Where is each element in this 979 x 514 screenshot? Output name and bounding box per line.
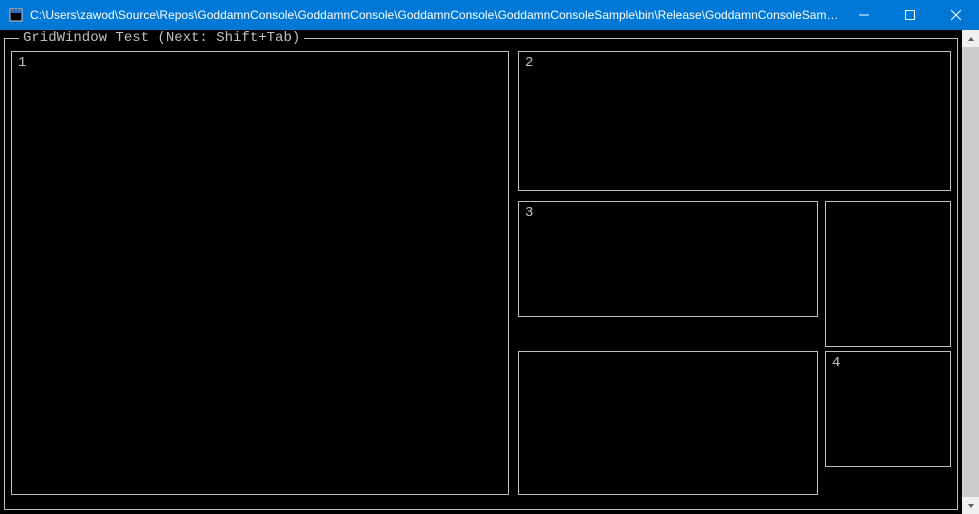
app-icon bbox=[8, 7, 24, 23]
grid-panel-2[interactable]: 2 bbox=[518, 51, 951, 191]
grid-panel-2-label: 2 bbox=[525, 55, 533, 71]
client-area: GridWindow Test (Next: Shift+Tab) 1 2 3 … bbox=[0, 30, 979, 514]
minimize-button[interactable] bbox=[841, 0, 887, 30]
grid-panel-4-label: 4 bbox=[832, 355, 840, 371]
grid-panel-blank-a[interactable] bbox=[825, 201, 951, 347]
console-viewport: GridWindow Test (Next: Shift+Tab) 1 2 3 … bbox=[0, 30, 962, 514]
window-title: C:\Users\zawod\Source\Repos\GoddamnConso… bbox=[30, 8, 841, 22]
scrollbar-track[interactable] bbox=[962, 47, 979, 497]
grid-panel-3-label: 3 bbox=[525, 205, 533, 221]
scroll-down-button[interactable] bbox=[962, 497, 979, 514]
vertical-scrollbar[interactable] bbox=[962, 30, 979, 514]
grid-panel-blank-b[interactable] bbox=[518, 351, 818, 495]
window-controls bbox=[841, 0, 979, 30]
frame-title: GridWindow Test (Next: Shift+Tab) bbox=[19, 30, 304, 46]
window-titlebar: C:\Users\zawod\Source\Repos\GoddamnConso… bbox=[0, 0, 979, 30]
grid-panel-1[interactable]: 1 bbox=[11, 51, 509, 495]
scroll-up-button[interactable] bbox=[962, 30, 979, 47]
grid-window-frame: GridWindow Test (Next: Shift+Tab) 1 2 3 … bbox=[4, 38, 958, 510]
grid-panel-1-label: 1 bbox=[18, 55, 26, 71]
close-button[interactable] bbox=[933, 0, 979, 30]
scrollbar-thumb[interactable] bbox=[962, 47, 979, 497]
grid-panel-3[interactable]: 3 bbox=[518, 201, 818, 317]
grid-panel-4[interactable]: 4 bbox=[825, 351, 951, 467]
maximize-button[interactable] bbox=[887, 0, 933, 30]
